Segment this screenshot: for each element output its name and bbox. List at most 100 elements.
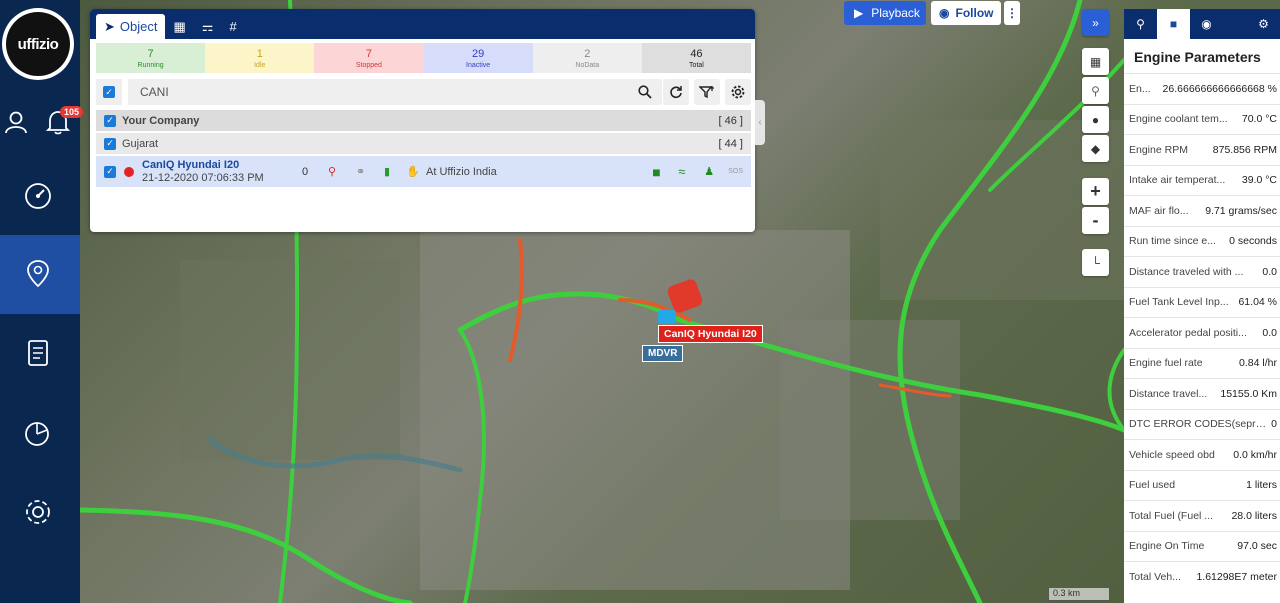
engine-param-label: Engine On Time	[1129, 540, 1205, 553]
expand-panel-icon[interactable]: »	[1082, 9, 1109, 36]
group-row[interactable]: ✓ Gujarat [ 44 ]	[96, 133, 751, 154]
stat-label: Total	[689, 62, 704, 69]
left-sidebar: uffizio 105	[0, 0, 84, 603]
engine-panel-tabs: ⚲ ■ ◉ ⚙	[1124, 9, 1280, 39]
eye-icon: ◉	[939, 6, 950, 20]
engine-param-label: Fuel used	[1129, 479, 1176, 492]
select-all-checkbox[interactable]: ✓	[103, 86, 115, 98]
search-input-value: CANI	[140, 85, 169, 99]
engine-param-label: Engine RPM	[1129, 143, 1188, 156]
stat-nodata[interactable]: 2 NoData	[532, 43, 642, 73]
engine-panel-title: Engine Parameters	[1134, 49, 1261, 65]
engine-param-row: Engine coolant tem... 70.0 °C	[1124, 103, 1280, 135]
engine-parameter-list: En... 26.666666666666668 % Engine coolant …	[1124, 73, 1280, 592]
company-checkbox[interactable]: ✓	[104, 114, 116, 127]
tag-icon[interactable]: ◆	[1082, 135, 1109, 162]
more-options-icon[interactable]: ⋮	[1004, 1, 1020, 25]
stat-count: 7	[147, 48, 154, 60]
tab-hierarchy[interactable]: ⚎	[194, 14, 222, 39]
gear-icon[interactable]	[725, 79, 751, 105]
engine-param-label: Vehicle speed obd	[1129, 448, 1215, 461]
tab-clipboard[interactable]: ▦	[165, 14, 193, 39]
stat-count: 29	[471, 48, 485, 60]
sos-icon[interactable]: SOS	[728, 168, 743, 175]
tab-object-label: Object	[119, 19, 158, 34]
link-icon[interactable]: ⚭	[356, 165, 384, 178]
vehicle-speed: 0	[302, 165, 309, 178]
engine-param-value: 1 liters	[1246, 479, 1277, 492]
poi-icon[interactable]: ⚲	[1082, 77, 1109, 104]
stat-label: Idle	[254, 62, 266, 69]
engine-icon[interactable]: ■	[652, 164, 678, 180]
settings-icon[interactable]	[22, 496, 54, 528]
engine-param-row: Engine RPM 875.856 RPM	[1124, 134, 1280, 165]
measure-icon[interactable]: └	[1082, 249, 1109, 276]
playback-button[interactable]: ▶ Playback	[844, 1, 926, 25]
zoom-out-button[interactable]: -	[1082, 207, 1109, 234]
engine-param-label: Intake air temperat...	[1129, 174, 1226, 187]
company-row[interactable]: ✓ Your Company [ 46 ]	[96, 110, 751, 131]
company-name: Your Company	[122, 114, 200, 127]
tracking-icon[interactable]	[22, 258, 54, 290]
engine-param-label: Accelerator pedal positi...	[1129, 326, 1247, 339]
reports-icon[interactable]	[24, 338, 52, 368]
engine-param-row: Fuel used 1 liters	[1124, 469, 1280, 501]
engine-param-row: DTC ERROR CODES(sepra... 0	[1124, 408, 1280, 440]
battery-icon[interactable]: ▮	[384, 165, 406, 178]
mdvr-marker-icon[interactable]	[658, 310, 676, 324]
follow-button[interactable]: ◉ Follow	[931, 1, 1001, 25]
stat-label: Running	[137, 62, 164, 69]
uffizio-logo: uffizio	[2, 8, 74, 80]
thumbs-up-icon[interactable]: ✋	[406, 165, 426, 178]
search-icon[interactable]	[632, 79, 658, 105]
engine-param-label: Total Veh...	[1129, 570, 1181, 583]
stat-stopped[interactable]: 7 Stopped	[314, 43, 424, 73]
stat-total[interactable]: 46 Total	[641, 43, 752, 73]
vehicle-checkbox[interactable]: ✓	[104, 165, 116, 178]
engine-param-row: Engine fuel rate 0.84 l/hr	[1124, 347, 1280, 379]
driver-icon[interactable]: ♟	[704, 165, 728, 178]
filter-icon[interactable]	[694, 79, 720, 105]
engine-param-value: 39.0 °C	[1241, 174, 1277, 187]
refresh-icon[interactable]	[663, 79, 689, 105]
panel-collapse-handle[interactable]: ‹	[755, 100, 765, 145]
stat-inactive[interactable]: 29 Inactive	[423, 43, 533, 73]
engine-tab-icon[interactable]: ■	[1157, 9, 1190, 39]
ignition-key-icon[interactable]: ⚲	[328, 165, 356, 178]
engine-param-value: 0 seconds	[1229, 235, 1277, 248]
stat-count: 46	[690, 48, 703, 60]
wifi-icon[interactable]: ≈	[678, 164, 704, 179]
stat-running[interactable]: 7 Running	[96, 43, 206, 73]
stat-idle[interactable]: 1 Idle	[205, 43, 315, 73]
engine-param-row: Distance travel... 15155.0 Km	[1124, 378, 1280, 409]
group-checkbox[interactable]: ✓	[104, 137, 116, 150]
analytics-icon[interactable]	[22, 418, 54, 448]
dashboard-icon[interactable]	[22, 180, 54, 210]
follow-label: Follow	[955, 6, 994, 20]
tab-object[interactable]: ➤ Object	[96, 14, 166, 39]
stat-label: Stopped	[355, 62, 382, 69]
search-input[interactable]: CANI	[128, 79, 662, 105]
map-layers-icon[interactable]: ▦	[1082, 48, 1109, 75]
zoom-in-button[interactable]: +	[1082, 178, 1109, 205]
stat-label: NoData	[575, 62, 600, 69]
settings-tab-icon[interactable]: ⚙	[1247, 9, 1280, 39]
vehicle-info: CanIQ Hyundai I20 21-12-2020 07:06:33 PM	[142, 159, 302, 185]
engine-param-row: En... 26.666666666666668 %	[1124, 73, 1280, 104]
vehicle-map-label[interactable]: CanIQ Hyundai I20	[658, 325, 763, 343]
hierarchy-icon: ⚎	[201, 18, 214, 34]
vehicle-row[interactable]: ✓ CanIQ Hyundai I20 21-12-2020 07:06:33 …	[96, 156, 751, 187]
globe-tab-icon[interactable]: ◉	[1190, 9, 1223, 39]
traffic-light-icon[interactable]: ●	[1082, 106, 1109, 133]
engine-param-row: Total Veh... 1.61298E7 meter	[1124, 561, 1280, 592]
grid-icon: #	[229, 19, 237, 34]
engine-param-value: 0.0	[1262, 326, 1277, 339]
mdvr-map-label[interactable]: MDVR	[642, 345, 684, 362]
playback-label: Playback	[871, 6, 920, 20]
location-tab-icon[interactable]: ⚲	[1124, 9, 1157, 39]
engine-param-label: Distance travel...	[1129, 387, 1208, 400]
stat-count: 2	[584, 48, 591, 60]
tab-grid[interactable]: #	[221, 14, 244, 39]
engine-param-value: 0.0 km/hr	[1233, 448, 1277, 461]
user-icon[interactable]	[2, 108, 30, 136]
